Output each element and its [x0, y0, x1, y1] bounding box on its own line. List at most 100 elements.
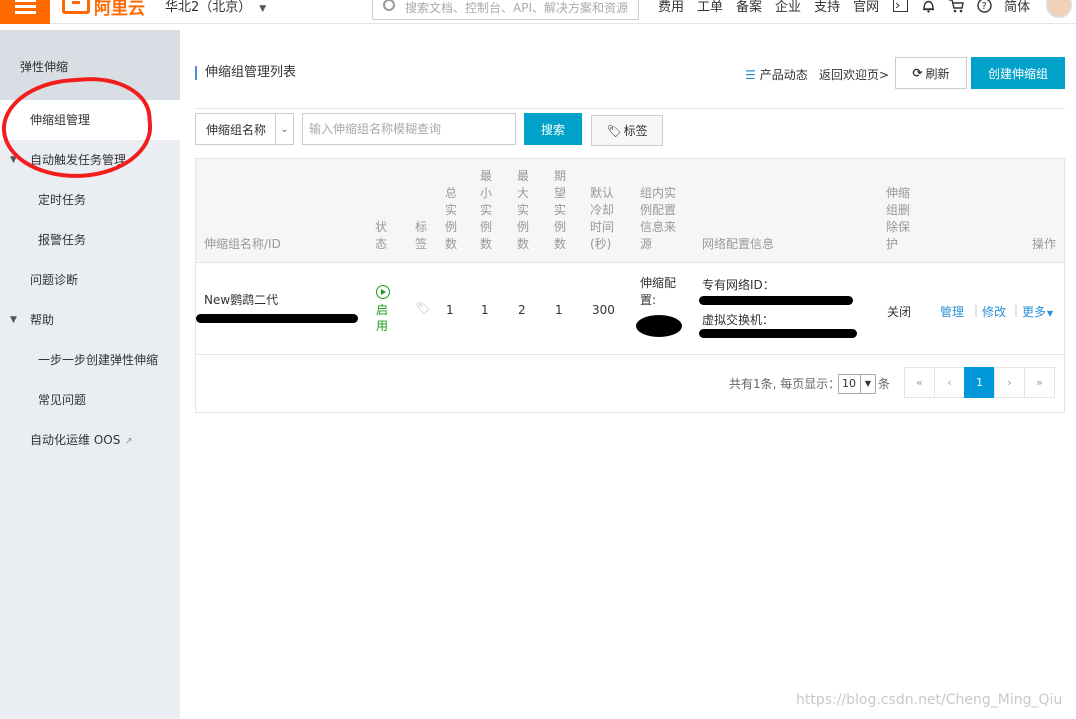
- vpc-label: 专有网络ID：: [702, 278, 775, 292]
- nav-tickets[interactable]: 工单: [697, 0, 723, 15]
- sidebar-item-step-by-step[interactable]: 一步一步创建弹性伸缩: [0, 340, 180, 380]
- status-cell: 启用: [375, 285, 391, 334]
- pagination-summary: 共有1条, 每页显示：: [729, 377, 841, 391]
- col-network: 网络配置信息: [702, 237, 775, 251]
- more-label: 更多: [1022, 305, 1047, 319]
- language-switch[interactable]: 简体: [1004, 0, 1030, 15]
- watermark: https://blog.csdn.net/Cheng_Ming_Qiu: [796, 692, 1063, 708]
- nav-icp[interactable]: 备案: [736, 0, 762, 15]
- bell-icon[interactable]: [920, 0, 936, 14]
- max-instances: 2: [518, 303, 526, 317]
- table-row: New鹦鹉二代 启用 🏷 1 1 2 1 300 伸缩配置: 专有网络ID： 虚…: [196, 263, 1064, 355]
- help-icon[interactable]: ?: [976, 0, 992, 14]
- terminal-icon[interactable]: [892, 0, 908, 14]
- tag-icon: 🏷: [606, 123, 622, 138]
- redaction-mark: [699, 329, 857, 338]
- more-dropdown[interactable]: 更多▼: [1022, 303, 1053, 320]
- sidebar-item-label: 一步一步创建弹性伸缩: [38, 353, 159, 367]
- aliyun-logo-icon: [62, 0, 90, 14]
- sidebar-item-label: 问题诊断: [30, 273, 79, 287]
- col-config-source: 组内实例配置信息来源: [640, 186, 677, 251]
- play-circle-icon: [376, 285, 390, 299]
- status-text: 启用: [375, 303, 388, 333]
- page-size-value: 10: [842, 377, 856, 390]
- refresh-button[interactable]: ⟳ 刷新: [895, 57, 967, 89]
- edit-link[interactable]: 修改: [982, 303, 1006, 320]
- col-min: 最小实例数: [479, 169, 492, 251]
- product-news-label: 产品动态: [759, 68, 808, 82]
- manage-link[interactable]: 管理: [940, 303, 964, 320]
- sidebar-item-label: 常见问题: [38, 393, 87, 407]
- action-separator: |: [974, 303, 979, 317]
- col-max: 最大实例数: [516, 169, 529, 251]
- page-title: 伸缩组管理列表: [195, 66, 296, 80]
- total-instances: 1: [446, 303, 454, 317]
- vswitch-label: 虚拟交换机：: [702, 313, 775, 327]
- global-search-input[interactable]: 搜索文档、控制台、API、解决方案和资源: [372, 0, 639, 20]
- svg-text:?: ?: [981, 1, 986, 12]
- sidebar-item-diagnosis[interactable]: 问题诊断: [0, 260, 180, 300]
- caret-down-icon: ▼: [1047, 309, 1054, 318]
- last-page-button[interactable]: »: [1024, 367, 1055, 398]
- sidebar-item-faq[interactable]: 常见问题: [0, 380, 180, 420]
- col-protection: 伸缩组删除保护: [886, 186, 911, 251]
- nav-enterprise[interactable]: 企业: [775, 0, 801, 15]
- list-icon: ☰: [745, 68, 756, 82]
- filter-field-select[interactable]: 伸缩组名称 ⌄: [195, 113, 294, 145]
- col-tag: 标签: [414, 220, 427, 251]
- page-size-select[interactable]: 10 ▼: [838, 374, 876, 394]
- desired-instances: 1: [555, 303, 563, 317]
- create-scaling-group-button[interactable]: 创建伸缩组: [971, 57, 1065, 89]
- page-size-suffix: 条: [878, 377, 891, 391]
- col-actions: 操作: [1032, 237, 1057, 251]
- top-nav: 费用 工单 备案 企业 支持 官网 ? 简体: [658, 0, 1043, 15]
- chevron-down-icon: ⌄: [275, 114, 293, 144]
- sidebar-item-scheduled-task[interactable]: 定时任务: [0, 180, 180, 220]
- search-button[interactable]: 搜索: [524, 113, 582, 145]
- sidebar-item-label: 定时任务: [38, 193, 87, 207]
- sidebar-item-help[interactable]: ▼ 帮助: [0, 300, 180, 340]
- tag-label: 标签: [623, 124, 648, 138]
- sidebar-item-alarm-task[interactable]: 报警任务: [0, 220, 180, 260]
- prev-page-button[interactable]: ‹: [934, 367, 965, 398]
- sidebar-item-label: 自动化运维 OOS: [30, 433, 121, 447]
- nav-website[interactable]: 官网: [853, 0, 879, 15]
- cooldown-seconds: 300: [592, 303, 615, 317]
- sidebar-item-label: 帮助: [30, 313, 55, 327]
- menu-icon[interactable]: [0, 0, 50, 24]
- sidebar: 弹性伸缩 伸缩组管理 ▼ 自动触发任务管理 定时任务 报警任务 问题诊断 ▼ 帮助 …: [0, 30, 180, 719]
- redaction-mark: [196, 314, 358, 323]
- cart-icon[interactable]: [948, 0, 964, 14]
- sidebar-item-oos[interactable]: 自动化运维 OOS ↗: [0, 420, 180, 460]
- config-source: 伸缩配置:: [640, 276, 677, 307]
- product-news-link[interactable]: ☰ 产品动态: [745, 66, 808, 83]
- first-page-button[interactable]: «: [904, 367, 935, 398]
- redaction-mark: [636, 315, 682, 337]
- filter-select-value: 伸缩组名称: [206, 122, 267, 137]
- nav-support[interactable]: 支持: [814, 0, 840, 15]
- logo-text: 阿里云: [94, 0, 145, 19]
- sidebar-item-label: 报警任务: [38, 233, 87, 247]
- divider: [195, 108, 1065, 109]
- region-selector[interactable]: 华北2（北京） ▼: [165, 0, 266, 15]
- logo[interactable]: 阿里云: [62, 0, 145, 19]
- avatar[interactable]: [1046, 0, 1072, 18]
- redaction-mark: [699, 296, 853, 305]
- protection-status: 关闭: [887, 305, 912, 319]
- page-1-button[interactable]: 1: [964, 367, 995, 398]
- back-to-welcome-link[interactable]: 返回欢迎页>: [819, 66, 889, 83]
- search-placeholder: 搜索文档、控制台、API、解决方案和资源: [405, 1, 628, 15]
- col-total: 总实例数: [444, 186, 457, 251]
- table-header: 伸缩组名称/ID 状态 标签 总实例数 最小实例数 最大实例数 期望实例数 默认…: [196, 159, 1064, 263]
- name-search-input[interactable]: 输入伸缩组名称模糊查询: [302, 113, 516, 145]
- tag-icon[interactable]: 🏷: [415, 301, 430, 315]
- nav-fees[interactable]: 费用: [658, 0, 684, 15]
- tag-filter-button[interactable]: 🏷 标签: [591, 115, 663, 146]
- external-link-icon: ↗: [124, 436, 133, 447]
- region-label: 华北2（北京）: [165, 0, 252, 15]
- col-desired: 期望实例数: [553, 169, 566, 251]
- col-name: 伸缩组名称/ID: [204, 237, 281, 251]
- col-cooldown: 默认冷却时间(秒): [590, 186, 615, 251]
- next-page-button[interactable]: ›: [994, 367, 1025, 398]
- refresh-icon: ⟳: [912, 66, 923, 80]
